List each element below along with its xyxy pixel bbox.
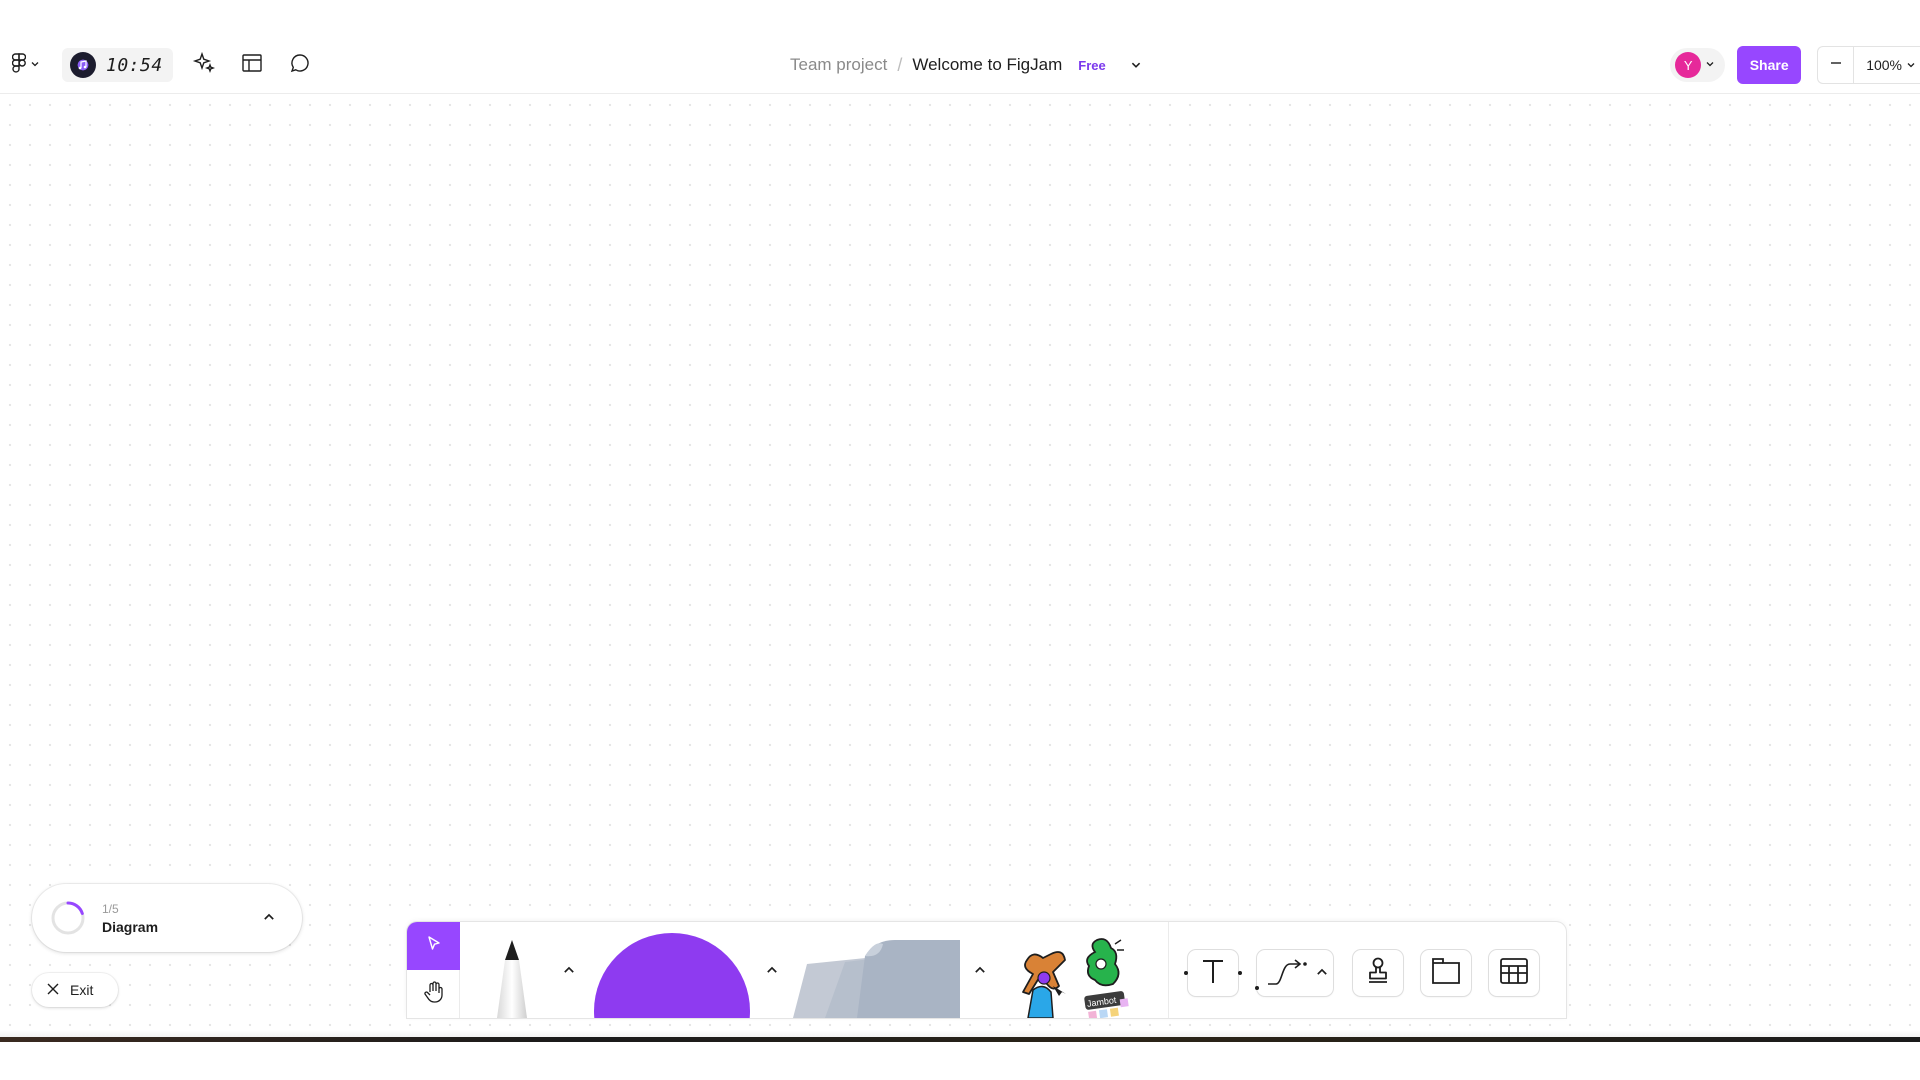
stickers-tray[interactable]: Jambot bbox=[1003, 922, 1143, 1018]
chevron-up-icon[interactable] bbox=[262, 910, 276, 929]
circle-shape-icon bbox=[594, 933, 750, 1018]
plan-badge[interactable]: Free bbox=[1078, 58, 1105, 73]
close-icon bbox=[46, 982, 60, 999]
chevron-down-icon bbox=[1705, 56, 1715, 74]
text-icon bbox=[1200, 957, 1226, 990]
handle-dot bbox=[1238, 971, 1242, 975]
share-button[interactable]: Share bbox=[1737, 46, 1802, 84]
shape-tray-chevron-icon[interactable] bbox=[762, 960, 782, 980]
hand-icon bbox=[423, 980, 445, 1009]
top-bar-right: Y Share 100% bbox=[1670, 46, 1920, 84]
ai-sparkle-button[interactable] bbox=[187, 48, 221, 82]
timer-display: 10:54 bbox=[106, 54, 163, 76]
sticky-note-tray[interactable] bbox=[785, 922, 965, 1018]
top-bar-left: 10:54 bbox=[8, 48, 317, 82]
hand-tool-button[interactable] bbox=[407, 970, 460, 1018]
timer-widget[interactable]: 10:54 bbox=[62, 48, 173, 82]
shape-tray[interactable] bbox=[593, 922, 751, 1018]
sparkle-icon bbox=[192, 51, 216, 80]
onboarding-card[interactable]: 1/5 Diagram bbox=[32, 884, 302, 952]
onboarding-step: 1/5 bbox=[102, 901, 119, 916]
cursor-icon bbox=[425, 935, 443, 958]
exit-label: Exit bbox=[70, 982, 94, 998]
file-name[interactable]: Welcome to FigJam bbox=[912, 55, 1062, 75]
marker-tray-chevron-icon[interactable] bbox=[559, 960, 579, 980]
marker-tray[interactable] bbox=[477, 922, 547, 1018]
handle-dot bbox=[1184, 971, 1188, 975]
stamp-icon bbox=[1365, 956, 1391, 991]
exit-button[interactable]: Exit bbox=[32, 973, 118, 1007]
section-icon bbox=[1430, 956, 1462, 991]
connector-tool-button[interactable] bbox=[1255, 950, 1333, 996]
breadcrumb-separator: / bbox=[897, 54, 903, 75]
layout-icon bbox=[240, 51, 264, 80]
minus-icon bbox=[1829, 56, 1843, 75]
chevron-down-icon bbox=[1906, 57, 1916, 73]
text-tool-button[interactable] bbox=[1184, 950, 1242, 996]
stamp-tool-button[interactable] bbox=[1353, 950, 1403, 996]
section-tool-button[interactable] bbox=[1421, 950, 1471, 996]
chevron-up-icon[interactable] bbox=[1315, 965, 1329, 984]
zoom-level-dropdown[interactable]: 100% bbox=[1854, 57, 1920, 73]
figma-logo-icon bbox=[11, 52, 27, 78]
top-bar: 10:54 Team project / Welcome to FigJam F… bbox=[0, 0, 1920, 94]
chevron-down-icon bbox=[30, 56, 40, 74]
creation-toolbar: Jambot bbox=[407, 922, 1566, 1018]
user-menu[interactable]: Y bbox=[1670, 48, 1726, 82]
marker-icon bbox=[497, 940, 527, 1018]
comments-button[interactable] bbox=[283, 48, 317, 82]
table-tool-button[interactable] bbox=[1489, 950, 1539, 996]
file-menu-chevron-icon[interactable] bbox=[1130, 59, 1142, 71]
window-bottom-edge bbox=[0, 1037, 1920, 1042]
stickers-icon: Jambot bbox=[1022, 938, 1129, 1018]
avatar: Y bbox=[1675, 52, 1702, 78]
breadcrumb: Team project / Welcome to FigJam Free bbox=[790, 52, 1142, 78]
onboarding-title: Diagram bbox=[102, 918, 159, 935]
zoom-out-button[interactable] bbox=[1818, 47, 1855, 83]
table-icon bbox=[1498, 956, 1530, 991]
breadcrumb-team[interactable]: Team project bbox=[790, 55, 887, 75]
mode-switcher bbox=[407, 922, 460, 1018]
templates-button[interactable] bbox=[235, 48, 269, 82]
select-tool-button[interactable] bbox=[407, 922, 460, 970]
figjam-window: 10:54 Team project / Welcome to FigJam F… bbox=[0, 0, 1920, 1080]
onboarding-text: 1/5 Diagram bbox=[102, 902, 158, 935]
music-avatar-icon bbox=[70, 52, 96, 78]
handle-dot bbox=[1255, 986, 1259, 990]
sticky-note-icon bbox=[793, 940, 960, 1018]
comment-icon bbox=[288, 51, 312, 80]
zoom-level-value: 100% bbox=[1866, 57, 1902, 73]
sticky-tray-chevron-icon[interactable] bbox=[970, 960, 990, 980]
progress-ring-icon bbox=[51, 901, 85, 935]
toolbar-divider bbox=[1168, 922, 1169, 1018]
zoom-controls: 100% bbox=[1817, 46, 1920, 84]
connector-icon bbox=[1265, 958, 1307, 993]
main-menu-button[interactable] bbox=[8, 48, 44, 82]
